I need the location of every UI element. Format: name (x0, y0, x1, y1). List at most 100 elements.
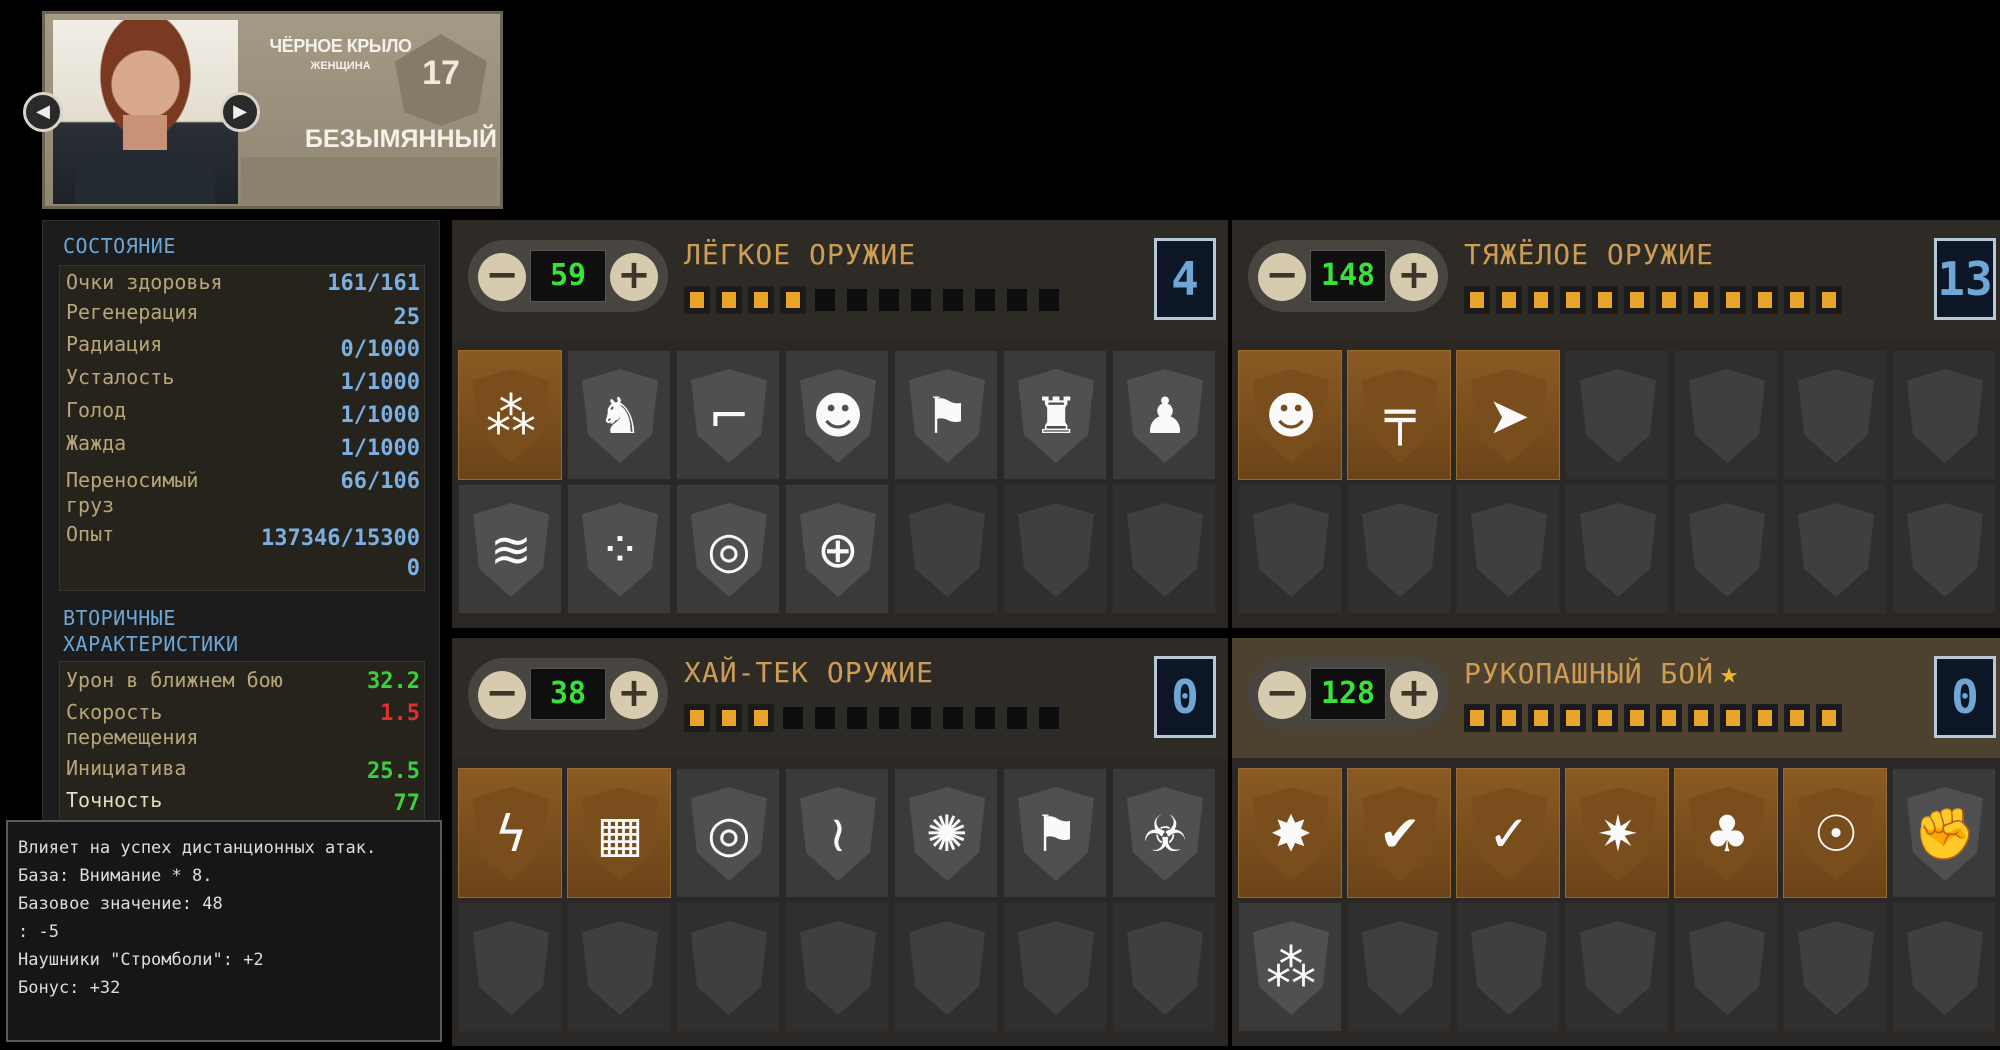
perk-slot[interactable]: ✔ (1347, 768, 1451, 898)
decrease-skill-button[interactable]: − (1258, 253, 1306, 301)
progress-pip-filled (1688, 704, 1714, 732)
perk-slot[interactable]: ⌐ (676, 350, 780, 480)
stat-label: Жажда (66, 431, 127, 455)
perk-slot (894, 902, 998, 1032)
stat-row-regeneration: Регенерация 25 (60, 300, 426, 330)
increase-skill-button[interactable]: + (610, 253, 658, 301)
chevron-left-icon: ◀ (36, 101, 50, 122)
increase-skill-button[interactable]: + (1390, 253, 1438, 301)
perk-slot[interactable]: ♣ (1674, 768, 1778, 898)
perk-slot[interactable]: ☻ (785, 350, 889, 480)
next-character-button[interactable]: ▶ (220, 92, 260, 132)
increase-skill-button[interactable]: + (1390, 671, 1438, 719)
fist-icon: ✊ (1913, 805, 1977, 863)
progress-pip-empty (1036, 704, 1062, 732)
stat-row-thirst: Жажда 1/1000 (60, 431, 426, 461)
perk-slot[interactable]: ϟ (458, 768, 562, 898)
skill-value: 128 (1310, 668, 1386, 720)
progress-pip-empty (876, 704, 902, 732)
skill-progress-pips (684, 704, 1062, 732)
perk-slot[interactable]: ⁂ (458, 350, 562, 480)
skill-title-wrap: ТЯЖЁЛОЕ ОРУЖИЕ (1464, 238, 1714, 271)
ammo-soldier-icon: ♜ (1033, 387, 1079, 445)
perk-slot[interactable]: ✓ (1456, 768, 1560, 898)
target-icon: ◎ (707, 805, 751, 863)
progress-pip-empty (1004, 704, 1030, 732)
decrease-skill-button[interactable]: − (1258, 671, 1306, 719)
progress-pip-filled (1816, 704, 1842, 732)
stat-label: Голод (66, 398, 127, 422)
perk-slot[interactable]: ✸ (1238, 768, 1342, 898)
stat-row-hunger: Голод 1/1000 (60, 398, 426, 428)
perk-slot[interactable]: ≋ (458, 484, 562, 614)
increase-skill-button[interactable]: + (610, 671, 658, 719)
stat-row-melee-damage: Урон в ближнем бою 32.2 (60, 668, 426, 696)
arm-shot-icon: ⚑ (924, 387, 970, 445)
progress-pip-empty (972, 704, 998, 732)
perk-slot (1674, 484, 1778, 614)
perk-slot[interactable]: ◎ (676, 484, 780, 614)
perk-slot[interactable]: ➤ (1456, 350, 1560, 480)
stat-row-fatigue: Усталость 1/1000 (60, 365, 426, 395)
progress-pip-filled (1464, 286, 1490, 314)
stat-value: 161/161 (327, 271, 420, 296)
progress-pip-filled (684, 704, 710, 732)
previous-character-button[interactable]: ◀ (23, 92, 63, 132)
perk-slot[interactable]: ☉ (1783, 768, 1887, 898)
skill-title-wrap: ХАЙ-ТЕК ОРУЖИЕ (684, 656, 934, 689)
progress-pip-empty (812, 704, 838, 732)
kneeling-soldier-icon: ♟ (1142, 387, 1188, 445)
crosshair-icon: ⊕ (817, 521, 859, 579)
perk-frame (800, 921, 876, 1015)
stat-row-accuracy[interactable]: Точность 77 (60, 788, 426, 816)
perk-slot[interactable]: ✷ (1565, 768, 1669, 898)
progress-pip-empty (844, 286, 870, 314)
perk-slot[interactable]: ⁘ (567, 484, 671, 614)
perk-grid: ϟ ▦ ◎ ≀ ✺ ⚑ ☣ (458, 768, 1216, 1032)
perk-frame (1127, 921, 1203, 1015)
perk-slot[interactable]: ◎ (676, 768, 780, 898)
progress-pip-filled (748, 286, 774, 314)
perk-slot[interactable]: ╤ (1347, 350, 1451, 480)
progress-pip-filled (1784, 286, 1810, 314)
progress-pip-empty (940, 286, 966, 314)
perk-slot (567, 902, 671, 1032)
skill-title: РУКОПАШНЫЙ БОЙ (1464, 657, 1715, 690)
perk-slot[interactable]: ☣ (1112, 768, 1216, 898)
perk-slot[interactable]: ♟ (1112, 350, 1216, 480)
skill-stepper: −59 + (468, 240, 668, 312)
headshot-icon: ☻ (1264, 387, 1318, 445)
perk-slot[interactable]: ⚑ (1003, 768, 1107, 898)
perk-slot[interactable]: ♞ (567, 350, 671, 480)
progress-pip-filled (1496, 286, 1522, 314)
perk-frame (1471, 921, 1547, 1015)
progress-pip-empty (908, 286, 934, 314)
skill-header: −148 + ТЯЖЁЛОЕ ОРУЖИЕ 13 (1232, 220, 2000, 340)
chevron-right-icon: ▶ (233, 101, 247, 122)
perk-slot (1347, 484, 1451, 614)
perk-slot[interactable]: ♜ (1003, 350, 1107, 480)
progress-pip-filled (780, 286, 806, 314)
perk-frame (1798, 921, 1874, 1015)
decrease-skill-button[interactable]: − (478, 671, 526, 719)
perk-frame (1798, 503, 1874, 597)
perk-frame (1907, 369, 1983, 463)
perk-slot[interactable]: ⚑ (894, 350, 998, 480)
perk-slot[interactable]: ✊ (1892, 768, 1996, 898)
progress-pip-filled (1624, 704, 1650, 732)
perk-slot[interactable]: ⊕ (785, 484, 889, 614)
progress-pip-filled (1560, 286, 1586, 314)
perk-slot[interactable]: ✺ (894, 768, 998, 898)
perk-slot (1003, 902, 1107, 1032)
perk-frame (1689, 921, 1765, 1015)
skill-stepper: −128 + (1248, 658, 1448, 730)
skill-value: 59 (530, 250, 606, 302)
perk-slot[interactable]: ☻ (1238, 350, 1342, 480)
perk-slot[interactable]: ≀ (785, 768, 889, 898)
perk-slot[interactable]: ▦ (567, 768, 671, 898)
decrease-skill-button[interactable]: − (478, 253, 526, 301)
skill-progress-pips (1464, 286, 1842, 314)
stat-label: Скорость перемещения (66, 700, 199, 749)
stat-row-move-speed: Скорость перемещения 1.5 (60, 700, 426, 754)
perk-slot[interactable]: ⁂ (1238, 902, 1342, 1032)
